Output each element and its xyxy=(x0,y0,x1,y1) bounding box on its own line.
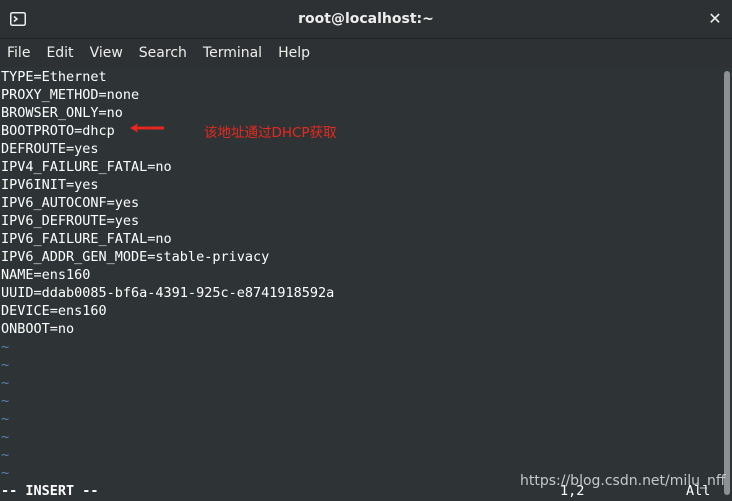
empty-line-tilde: ~ xyxy=(1,339,10,355)
file-line: ONBOOT=no xyxy=(1,321,75,337)
file-line: IPV6_FAILURE_FATAL=no xyxy=(1,231,172,247)
scrollbar-thumb[interactable] xyxy=(724,71,730,495)
close-icon[interactable]: ✕ xyxy=(706,10,724,28)
terminal-window: root@localhost:~ ✕ File Edit View Search… xyxy=(0,0,732,501)
menu-terminal[interactable]: Terminal xyxy=(195,39,270,67)
empty-line-tilde: ~ xyxy=(1,465,10,481)
file-line: IPV6INIT=yes xyxy=(1,177,99,193)
file-line: BOOTPROTO=dhcp xyxy=(1,123,115,139)
file-line: IPV4_FAILURE_FATAL=no xyxy=(1,159,172,175)
file-line: IPV6_DEFROUTE=yes xyxy=(1,213,140,229)
file-line: BROWSER_ONLY=no xyxy=(1,105,123,121)
title-bar[interactable]: root@localhost:~ ✕ xyxy=(0,0,732,39)
menu-view[interactable]: View xyxy=(82,39,131,67)
file-line: IPV6_ADDR_GEN_MODE=stable-privacy xyxy=(1,249,270,265)
scrollbar[interactable] xyxy=(722,67,732,501)
empty-line-tilde: ~ xyxy=(1,393,10,409)
empty-line-tilde: ~ xyxy=(1,411,10,427)
file-line: TYPE=Ethernet xyxy=(1,69,107,85)
empty-line-tilde: ~ xyxy=(1,357,10,373)
menu-help[interactable]: Help xyxy=(270,39,318,67)
terminal-content[interactable]: TYPE=Ethernet PROXY_METHOD=none BROWSER_… xyxy=(0,67,722,501)
annotation-note: 该地址通过DHCP获取 xyxy=(204,125,337,141)
empty-line-tilde: ~ xyxy=(1,447,10,463)
menu-bar: File Edit View Search Terminal Help xyxy=(0,39,732,67)
file-line: DEFROUTE=yes xyxy=(1,141,99,157)
vim-mode-indicator: -- INSERT -- xyxy=(1,483,99,499)
empty-line-tilde: ~ xyxy=(1,375,10,391)
window-title: root@localhost:~ xyxy=(298,11,434,27)
file-line: NAME=ens160 xyxy=(1,267,91,283)
watermark: https://blog.csdn.net/milu_nff xyxy=(520,473,726,489)
menu-search[interactable]: Search xyxy=(131,39,195,67)
file-line: DEVICE=ens160 xyxy=(1,303,107,319)
file-line: IPV6_AUTOCONF=yes xyxy=(1,195,140,211)
menu-file[interactable]: File xyxy=(0,39,38,67)
file-line: PROXY_METHOD=none xyxy=(1,87,140,103)
file-line: UUID=ddab0085-bf6a-4391-925c-e8741918592… xyxy=(1,285,335,301)
menu-edit[interactable]: Edit xyxy=(38,39,81,67)
annotation-arrow-icon xyxy=(130,123,164,133)
empty-line-tilde: ~ xyxy=(1,429,10,445)
